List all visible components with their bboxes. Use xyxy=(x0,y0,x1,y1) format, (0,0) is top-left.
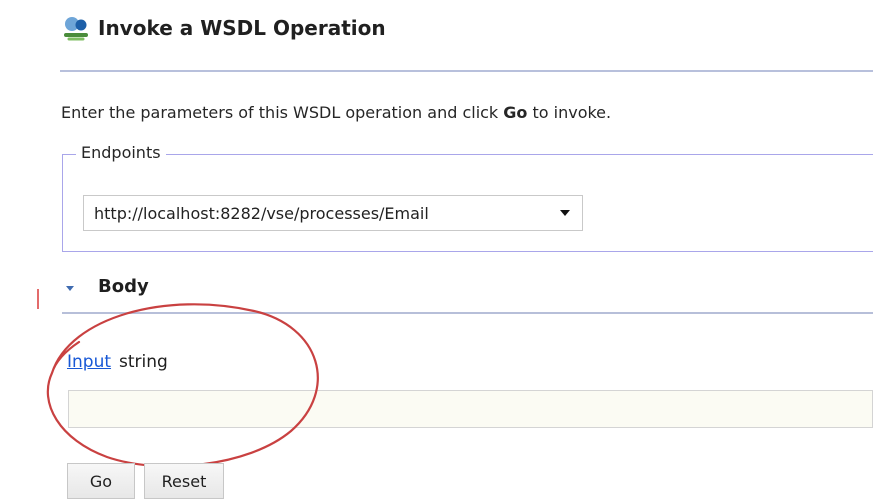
go-button[interactable]: Go xyxy=(67,463,135,499)
input-parameter-label: Input string xyxy=(67,352,168,372)
input-type: string xyxy=(119,352,168,372)
reset-button[interactable]: Reset xyxy=(144,463,224,499)
page-header: Invoke a WSDL Operation xyxy=(62,14,386,42)
string-input-field[interactable] xyxy=(68,390,873,428)
input-link[interactable]: Input xyxy=(67,352,111,372)
instructions-prefix: Enter the parameters of this WSDL operat… xyxy=(61,103,504,122)
invoke-wsdl-page: Invoke a WSDL Operation Enter the parame… xyxy=(0,0,873,499)
header-divider xyxy=(60,70,873,72)
endpoint-select[interactable]: http://localhost:8282/vse/processes/Emai… xyxy=(83,195,583,231)
body-section-header[interactable]: Body xyxy=(66,276,149,297)
red-annotation-mark xyxy=(37,289,39,309)
instructions-go-word: Go xyxy=(503,103,528,122)
collapse-triangle-icon[interactable] xyxy=(66,286,74,291)
instructions-suffix: to invoke. xyxy=(527,103,612,122)
red-circle-annotation xyxy=(46,303,319,468)
body-label: Body xyxy=(98,276,149,297)
body-divider xyxy=(62,312,873,314)
endpoint-selected-value: http://localhost:8282/vse/processes/Emai… xyxy=(94,203,429,223)
instructions-text: Enter the parameters of this WSDL operat… xyxy=(61,103,611,122)
chevron-down-icon[interactable] xyxy=(560,210,570,216)
page-title: Invoke a WSDL Operation xyxy=(98,16,386,40)
invoke-operation-icon xyxy=(64,17,88,41)
endpoints-label: Endpoints xyxy=(76,143,166,162)
